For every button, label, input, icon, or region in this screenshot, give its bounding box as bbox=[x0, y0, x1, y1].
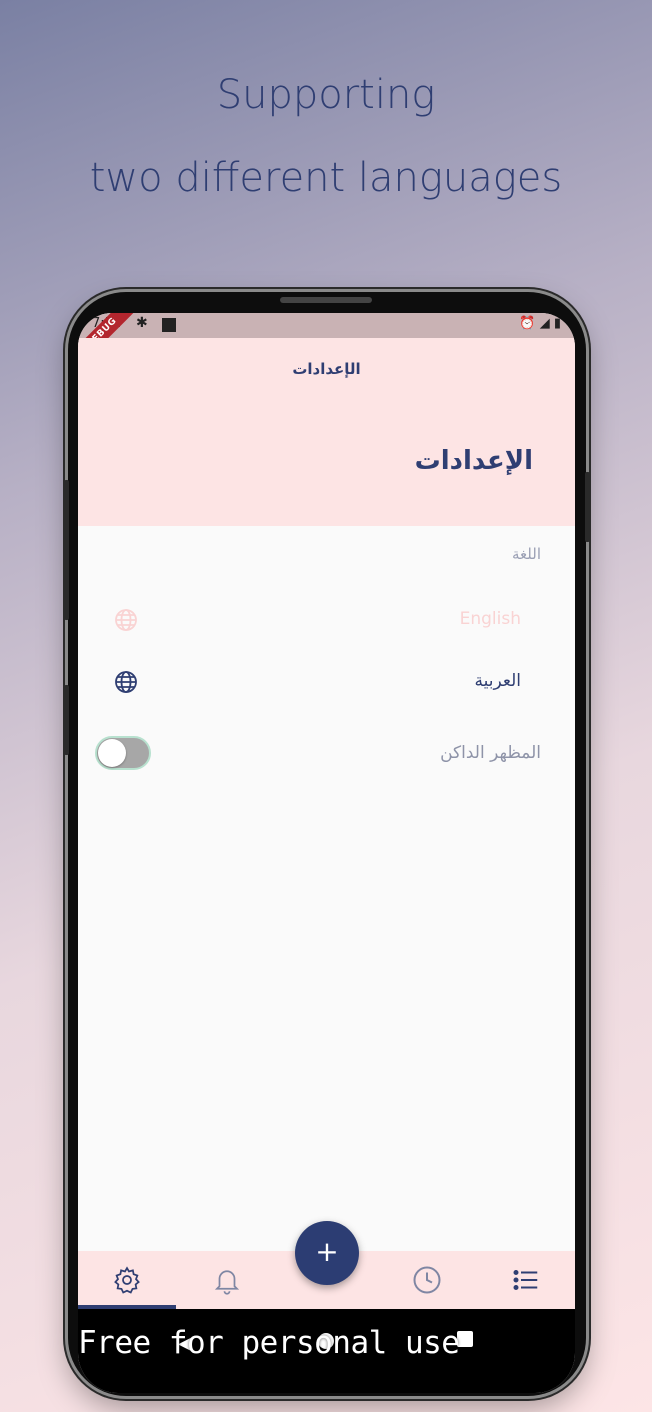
page-title: الإعدادات bbox=[414, 446, 533, 476]
promo-headline-line1: Supporting bbox=[216, 72, 436, 118]
language-option-arabic[interactable]: العربية bbox=[78, 663, 575, 703]
dark-mode-label: المظهر الداكن bbox=[440, 743, 541, 763]
add-button[interactable]: + bbox=[295, 1221, 359, 1285]
gear-icon[interactable] bbox=[112, 1265, 142, 1295]
phone-speaker bbox=[280, 297, 372, 303]
language-section-label: اللغة bbox=[512, 545, 541, 563]
phone-screen: 7:52 ✱ ⏰ ◢ ▮ DEBUG الإعدادات الإعدادات ا… bbox=[78, 313, 575, 1393]
list-icon[interactable] bbox=[511, 1265, 541, 1295]
stop-status-icon bbox=[162, 318, 176, 332]
settings-status-icon: ✱ bbox=[136, 315, 148, 331]
side-button bbox=[64, 685, 69, 755]
language-option-english[interactable]: English bbox=[78, 601, 575, 641]
globe-icon bbox=[115, 671, 137, 693]
promo-headline-line2: two different languages bbox=[89, 155, 563, 201]
toggle-knob bbox=[98, 739, 126, 767]
status-right-icons: ⏰ ◢ ▮ bbox=[519, 316, 561, 331]
app-bar: الإعدادات bbox=[78, 338, 575, 400]
settings-header: الإعدادات bbox=[78, 400, 575, 526]
status-bar: 7:52 ✱ ⏰ ◢ ▮ bbox=[78, 313, 575, 338]
clock-icon[interactable] bbox=[412, 1265, 442, 1295]
language-label-arabic: العربية bbox=[474, 671, 521, 691]
app-bar-title: الإعدادات bbox=[292, 360, 361, 378]
language-label-english: English bbox=[459, 609, 521, 629]
globe-icon bbox=[115, 609, 137, 631]
power-button bbox=[585, 472, 590, 542]
dark-mode-toggle[interactable] bbox=[95, 736, 151, 770]
volume-button bbox=[64, 480, 69, 620]
watermark-text: Free for personal use bbox=[78, 1325, 460, 1361]
bell-icon[interactable] bbox=[212, 1265, 242, 1295]
